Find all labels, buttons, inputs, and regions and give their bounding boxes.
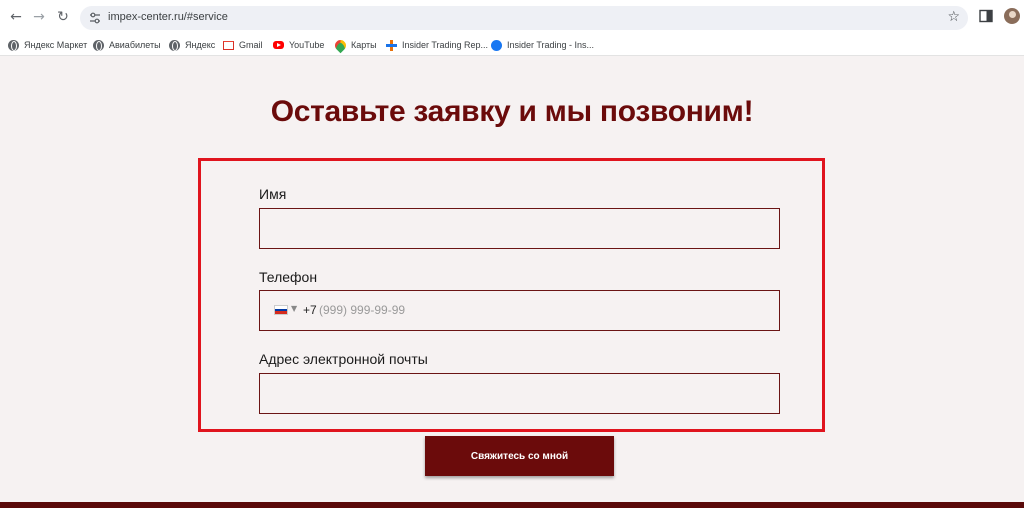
globe-icon [169, 39, 180, 51]
bookmarks-bar: Яндекс Маркет Авиабилеты Яндекс Gmail Yo… [0, 34, 1024, 56]
arrow-left-icon: ← [10, 9, 22, 25]
bookmark-label: YouTube [289, 40, 325, 50]
phone-input[interactable]: ▼ +7 (999) 999-99-99 [259, 290, 780, 331]
caret-down-icon[interactable]: ▼ [291, 304, 297, 313]
address-bar[interactable]: impex-center.ru/#service ☆ [80, 6, 968, 30]
submit-button[interactable]: Свяжитесь со мной [425, 436, 614, 476]
bookmark-label: Яндекс Маркет [24, 40, 88, 50]
phone-placeholder: (999) 999-99-99 [319, 303, 406, 317]
page-title: Оставьте заявку и мы позвоним! [270, 95, 754, 128]
bookmark-label: Gmail [239, 40, 263, 50]
name-label: Имя [259, 186, 287, 202]
bookmark-yandex-market[interactable]: Яндекс Маркет [8, 38, 87, 52]
bookmark-insider-trading-ins[interactable]: Insider Trading - Ins... [491, 38, 594, 52]
name-input[interactable] [259, 208, 780, 249]
forward-button[interactable]: → [29, 7, 49, 27]
phone-country-code: +7 [303, 303, 317, 317]
globe-icon [8, 39, 19, 51]
site-settings-icon[interactable] [88, 11, 102, 25]
bookmark-aviabilety[interactable]: Авиабилеты [93, 38, 161, 52]
bookmark-label: Insider Trading - Ins... [507, 40, 595, 50]
email-label: Адрес электронной почты [259, 351, 428, 367]
bookmark-label: Карты [351, 40, 377, 50]
profile-avatar[interactable] [1004, 8, 1020, 24]
russia-flag-icon[interactable] [274, 305, 288, 315]
email-input[interactable] [259, 373, 780, 414]
bookmark-label: Яндекс [185, 40, 216, 50]
footer-strip [0, 502, 1024, 508]
bookmark-yandex[interactable]: Яндекс [169, 38, 215, 52]
bookmark-maps[interactable]: Карты [332, 37, 377, 53]
bookmark-label: Авиабилеты [109, 40, 161, 50]
phone-label: Телефон [259, 269, 318, 285]
browser-toolbar: ← → ↻ impex-center.ru/#service ☆ [0, 0, 1024, 34]
bookmark-insider-trading-rep[interactable]: Insider Trading Rep... [386, 38, 488, 52]
bookmark-label: Insider Trading Rep... [402, 40, 489, 50]
submit-button-label: Свяжитесь со мной [470, 450, 569, 462]
reload-icon: ↻ [57, 9, 69, 25]
youtube-icon [273, 41, 284, 49]
gmail-icon [223, 40, 234, 50]
facebook-icon [491, 39, 502, 51]
maps-icon [332, 37, 349, 53]
insider-trading-icon [386, 39, 397, 51]
reload-button[interactable]: ↻ [53, 7, 73, 27]
url-text[interactable]: impex-center.ru/#service [108, 11, 228, 23]
back-button[interactable]: ← [6, 7, 26, 27]
bookmark-star-icon[interactable]: ☆ [947, 9, 960, 25]
arrow-right-icon: → [33, 9, 45, 25]
bookmark-youtube[interactable]: YouTube [273, 38, 324, 52]
side-panel-icon[interactable] [979, 9, 993, 23]
bookmark-gmail[interactable]: Gmail [223, 38, 263, 52]
globe-icon [93, 39, 104, 51]
